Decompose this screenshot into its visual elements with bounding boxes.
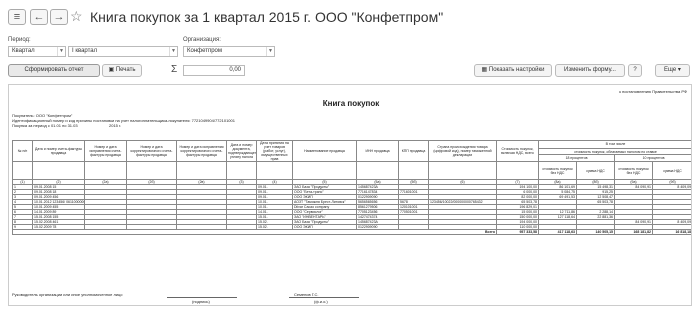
total-total: 957 333,58	[496, 229, 539, 235]
more-button[interactable]: Еще ▾	[655, 64, 690, 77]
settings-icon: ▦	[481, 67, 489, 73]
table-header-row: стоимость покупок без НДС сумма НДС стоимо…	[12, 161, 691, 180]
header-spacer	[12, 161, 33, 180]
report-sheet: к постановлению Правительства РФ Книга п…	[8, 84, 692, 306]
header-spacer	[496, 161, 539, 180]
table-header-row: № п/п Дата и номер счета-фактуры продавца…	[12, 140, 691, 162]
menu-icon[interactable]: ≡	[8, 9, 26, 25]
help-icon: ?	[633, 67, 637, 73]
period-year: 2015 г.	[109, 123, 122, 128]
header-spacer	[356, 161, 399, 180]
header-spacer	[226, 161, 257, 180]
period-value: I квартал	[72, 48, 98, 54]
header-spacer	[84, 161, 127, 180]
column-header: ИНН продавца	[356, 140, 399, 162]
column-header: № п/п	[12, 140, 33, 162]
column-header: сумма НДС	[576, 161, 615, 180]
period-type-select[interactable]: Квартал ▼	[8, 46, 66, 57]
chevron-down-icon[interactable]: ▼	[169, 47, 177, 56]
print-button[interactable]: ▣ Печать	[102, 64, 142, 77]
column-header: стоимость покупок без НДС	[538, 161, 577, 180]
organization-select[interactable]: Конфетпром ▼	[183, 46, 275, 57]
show-settings-button[interactable]: ▦ Показать настройки	[474, 64, 552, 77]
name-line	[289, 297, 359, 298]
more-label: Еще	[664, 67, 677, 73]
chevron-down-icon[interactable]: ▼	[57, 47, 65, 56]
chevron-down-icon[interactable]: ▼	[266, 47, 274, 56]
printer-icon: ▣	[108, 67, 116, 73]
total-v10: 16 818,18	[651, 229, 691, 235]
print-label: Печать	[115, 67, 136, 73]
column-header: Дата принятия на учет товаров (работ, ус…	[256, 140, 293, 162]
column-header: стоимость покупок без НДС	[614, 161, 653, 180]
signature-caption-2: (ф.и.о.)	[314, 299, 328, 304]
period-line: Покупка за период с 01.01 по 31.03	[12, 123, 78, 128]
back-button[interactable]: ←	[30, 9, 48, 25]
corner-note: к постановлению Правительства РФ	[619, 89, 687, 94]
column-header: Номер и дата корректировочного счета-фак…	[126, 140, 177, 162]
header-spacer	[292, 161, 357, 180]
header-spacer	[256, 161, 293, 180]
show-settings-label: Показать настройки	[488, 67, 545, 73]
signature-line	[167, 297, 237, 298]
generate-report-button[interactable]: Сформировать отчет	[8, 64, 100, 77]
total-v18: 140 505,15	[576, 229, 615, 235]
header-spacer	[428, 161, 497, 180]
column-header: Страна происхождения товара (цифровой ко…	[428, 140, 497, 162]
header-spacer	[32, 161, 85, 180]
purchase-book-table: № п/п Дата и номер счета-фактуры продавца…	[12, 140, 691, 235]
title-bar: ≡ ← → ☆ Книга покупок за 1 квартал 2015 …	[0, 0, 700, 32]
chevron-down-icon: ▾	[676, 67, 681, 73]
change-form-button[interactable]: Изменить форму...	[555, 64, 625, 77]
report-title: Книга покупок	[322, 99, 380, 108]
totals-label: Всего	[12, 229, 497, 235]
signature-label: Руководитель организации или иное уполно…	[12, 292, 123, 297]
total-b18: 417 118,63	[538, 229, 577, 235]
sum-field: 0,00	[183, 65, 245, 76]
column-header: КПП продавца	[398, 140, 429, 162]
column-header: Номер и дата исправления счета-фактуры п…	[84, 140, 127, 162]
period-type-value: Квартал	[12, 48, 35, 54]
change-form-label: Изменить форму...	[564, 67, 616, 73]
arrow-left-icon: ←	[33, 11, 45, 23]
subtotal-group-header: В том числе	[537, 140, 691, 149]
organization-value: Конфетпром	[187, 48, 223, 54]
generate-report-label: Сформировать отчет	[24, 67, 84, 73]
header-spacer	[398, 161, 429, 180]
sum-icon: Σ	[171, 64, 178, 75]
organization-label: Организация:	[183, 37, 221, 43]
window-title: Книга покупок за 1 квартал 2015 г. ООО "…	[90, 9, 444, 25]
header-spacer	[126, 161, 177, 180]
period-label: Период:	[8, 37, 31, 43]
column-header: Наименование продавца	[292, 140, 357, 162]
invoice-date-number: 10.01.2012 123456/ 0611000000000 0765432	[32, 199, 85, 205]
column-header: сумма НДС	[651, 161, 691, 180]
forward-button[interactable]: →	[50, 9, 68, 25]
column-header: Дата и номер счета-фактуры продавца	[32, 140, 85, 162]
favorite-star-icon[interactable]: ☆	[70, 8, 83, 25]
period-value-select[interactable]: I квартал ▼	[68, 46, 178, 57]
header-spacer	[176, 161, 227, 180]
help-button[interactable]: ?	[628, 64, 642, 77]
totals-row: Всего 957 333,58 417 118,63 140 505,15 168 1…	[12, 229, 691, 235]
arrow-right-icon: →	[53, 11, 65, 23]
column-header: Стоимость покупок, включая НДС, всего	[496, 140, 539, 162]
total-b10: 168 181,82	[614, 229, 653, 235]
column-header: Номер и дата исправления корректировочно…	[176, 140, 227, 162]
column-header: Дата и номер документа, подтверждающего …	[226, 140, 257, 162]
signature-caption: (подпись)	[192, 299, 210, 304]
